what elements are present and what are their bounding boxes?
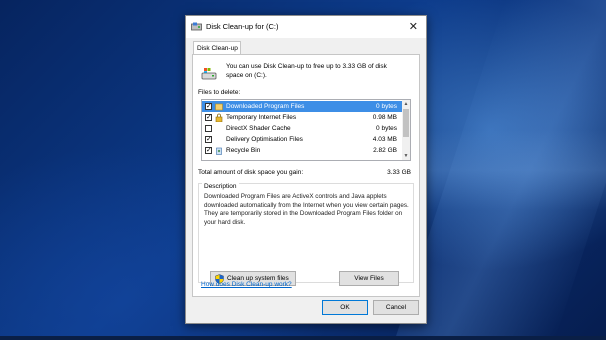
window-title: Disk Clean-up for (C:) bbox=[206, 22, 279, 31]
checkbox[interactable] bbox=[205, 125, 212, 132]
files-to-delete-label: Files to delete: bbox=[198, 89, 241, 96]
description-group: Description Downloaded Program Files are… bbox=[198, 183, 414, 283]
file-size: 0 bytes bbox=[376, 103, 397, 110]
checkbox[interactable]: ✓ bbox=[205, 136, 212, 143]
taskbar-edge bbox=[0, 336, 606, 340]
total-gain-label: Total amount of disk space you gain: bbox=[198, 169, 304, 176]
list-item[interactable]: DirectX Shader Cache 0 bytes bbox=[202, 123, 402, 134]
list-item[interactable]: ✓ Temporary Internet Files 0.98 MB bbox=[202, 112, 402, 123]
description-text: Downloaded Program Files are ActiveX con… bbox=[204, 193, 409, 226]
recycle-bin-icon bbox=[216, 147, 222, 155]
close-button[interactable]: ✕ bbox=[409, 20, 418, 33]
file-size: 2.82 GB bbox=[373, 147, 397, 154]
file-name: Delivery Optimisation Files bbox=[226, 136, 303, 143]
list-item[interactable]: ✓ Recycle Bin 2.82 GB bbox=[202, 145, 402, 156]
scroll-thumb[interactable] bbox=[403, 109, 409, 137]
files-list[interactable]: ✓ Downloaded Program Files 0 bytes ✓ Tem… bbox=[201, 99, 411, 161]
list-item[interactable]: ✓ Delivery Optimisation Files 4.03 MB bbox=[202, 134, 402, 145]
file-name: Temporary Internet Files bbox=[226, 114, 297, 121]
wallpaper-light-glow bbox=[420, 130, 606, 210]
intro-text: You can use Disk Clean-up to free up to … bbox=[226, 63, 387, 79]
checkbox[interactable]: ✓ bbox=[205, 103, 212, 110]
scroll-down-arrow-icon[interactable]: ▼ bbox=[402, 152, 410, 160]
file-name: Downloaded Program Files bbox=[226, 103, 305, 110]
ok-button[interactable]: OK bbox=[322, 300, 368, 315]
list-scrollbar[interactable]: ▲ ▼ bbox=[402, 100, 410, 160]
title-bar[interactable]: Disk Clean-up for (C:) ✕ bbox=[186, 16, 426, 38]
cancel-button[interactable]: Cancel bbox=[373, 300, 419, 315]
help-link[interactable]: How does Disk Clean-up work? bbox=[201, 281, 292, 288]
tab-disk-cleanup[interactable]: Disk Clean-up bbox=[193, 41, 241, 54]
file-size: 0 bytes bbox=[376, 125, 397, 132]
folder-icon bbox=[215, 103, 223, 111]
file-name: Recycle Bin bbox=[226, 147, 261, 154]
total-gain-value: 3.33 GB bbox=[387, 169, 411, 176]
file-size: 0.98 MB bbox=[372, 114, 397, 121]
file-name: DirectX Shader Cache bbox=[226, 125, 291, 132]
checkbox[interactable]: ✓ bbox=[205, 147, 212, 154]
tab-panel: You can use Disk Clean-up to free up to … bbox=[192, 54, 420, 297]
lock-icon bbox=[215, 113, 223, 122]
scroll-up-arrow-icon[interactable]: ▲ bbox=[402, 100, 410, 108]
list-item[interactable]: ✓ Downloaded Program Files 0 bytes bbox=[202, 101, 402, 112]
file-size: 4.03 MB bbox=[372, 136, 397, 143]
disk-cleanup-app-icon bbox=[191, 22, 202, 31]
disk-cleanup-dialog: Disk Clean-up for (C:) ✕ Disk Clean-up Y… bbox=[185, 15, 427, 324]
drive-cleanup-icon bbox=[201, 68, 217, 80]
checkbox[interactable]: ✓ bbox=[205, 114, 212, 121]
description-legend: Description bbox=[202, 183, 239, 190]
view-files-button[interactable]: View Files bbox=[339, 271, 399, 286]
